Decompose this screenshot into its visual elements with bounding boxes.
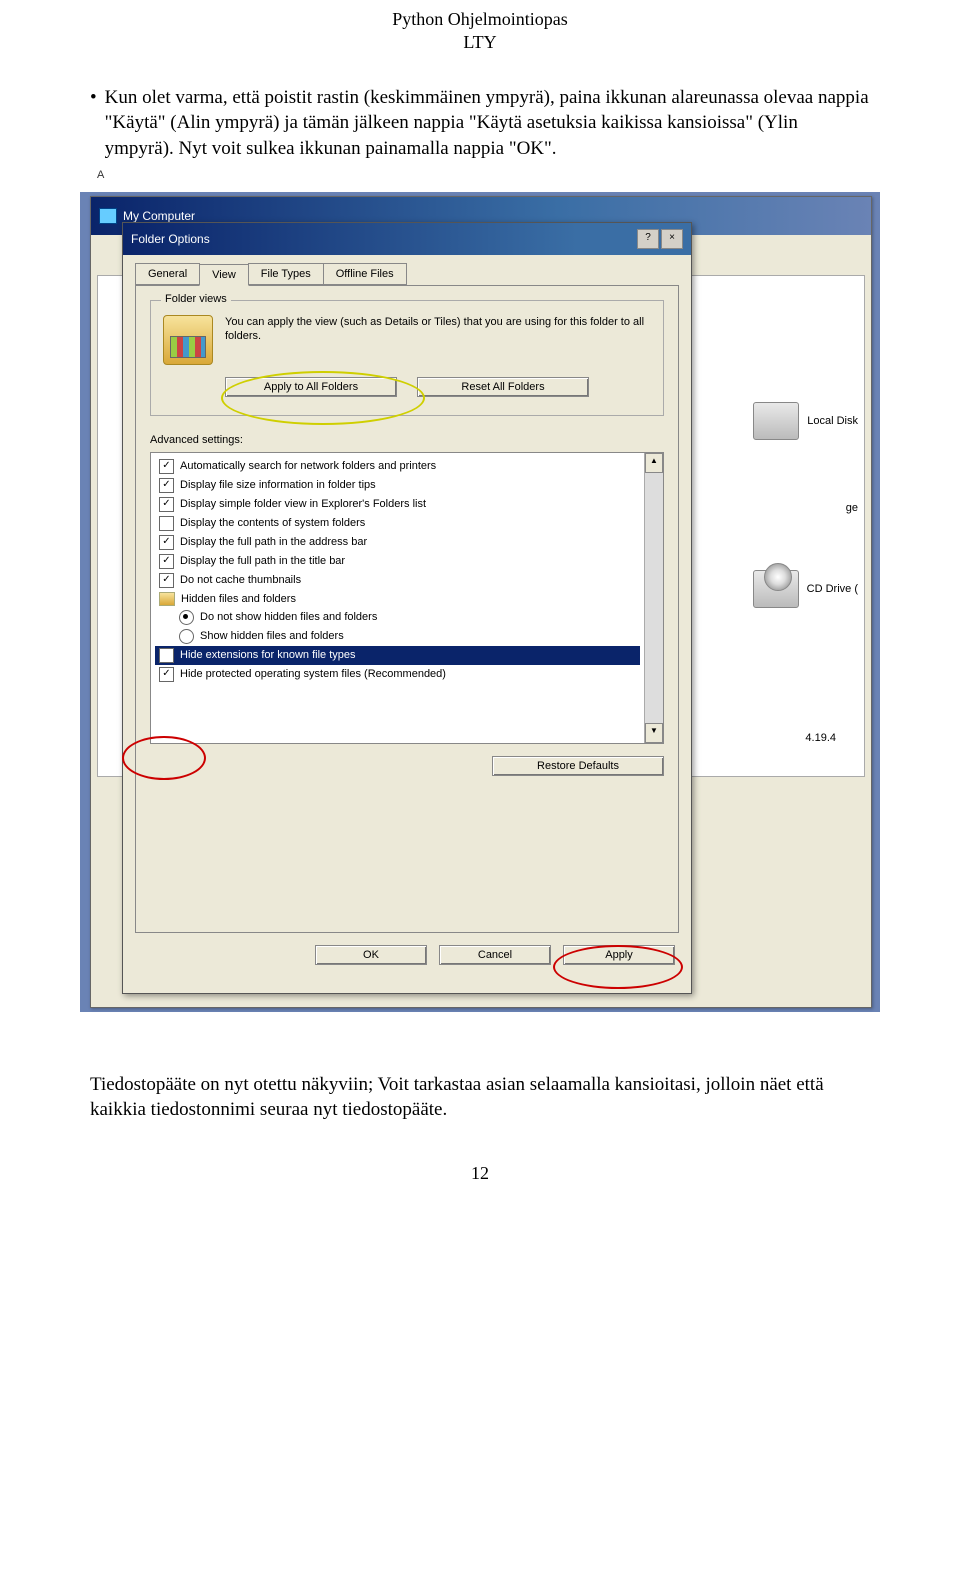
advanced-settings-list[interactable]: ✓ Automatically search for network folder… — [150, 452, 664, 744]
checkbox-icon[interactable]: ✓ — [159, 554, 174, 569]
address-label: A — [97, 169, 104, 181]
list-item-label: Show hidden files and folders — [200, 630, 344, 642]
checkbox-icon[interactable]: ✓ — [159, 459, 174, 474]
scrollbar[interactable]: ▲ ▼ — [644, 453, 663, 743]
drive-item-cd: CD Drive ( — [753, 570, 858, 608]
page-number: 12 — [0, 1143, 960, 1204]
list-item[interactable]: ✓ Display file size information in folder… — [155, 476, 640, 495]
list-item-label: Display the contents of system folders — [180, 517, 365, 529]
radio-icon[interactable] — [179, 629, 194, 644]
folder-views-icon — [163, 315, 213, 365]
group-label: Folder views — [161, 293, 231, 305]
checkbox-icon[interactable] — [159, 516, 174, 531]
list-item-label: Display file size information in folder … — [180, 479, 376, 491]
highlight-oval-apply — [553, 945, 683, 989]
folder-views-desc: You can apply the view (such as Details … — [225, 315, 651, 344]
list-item-label: Display simple folder view in Explorer's… — [180, 498, 426, 510]
tab-view[interactable]: View — [199, 264, 249, 286]
hdd-icon — [753, 402, 799, 440]
window-title: My Computer — [123, 209, 195, 223]
list-item[interactable]: Show hidden files and folders — [155, 627, 640, 646]
restore-defaults-button[interactable]: Restore Defaults — [492, 756, 664, 776]
after-paragraph: Tiedostopääte on nyt otettu näkyviin; Vo… — [0, 1032, 960, 1143]
folder-icon — [159, 592, 175, 606]
checkbox-icon[interactable]: ✓ — [159, 667, 174, 682]
list-item[interactable]: Display the contents of system folders — [155, 514, 640, 533]
advanced-settings-label: Advanced settings: — [150, 434, 664, 446]
header-line-1: Python Ohjelmointiopas — [0, 8, 960, 31]
list-item[interactable]: ✓ Hide protected operating system files (… — [155, 665, 640, 684]
list-item-label: Automatically search for network folders… — [180, 460, 436, 472]
list-item-label: Hide extensions for known file types — [180, 649, 355, 661]
bullet-icon: • — [90, 85, 97, 111]
folder-options-dialog: Folder Options ? × General View File Typ… — [122, 222, 692, 994]
tab-strip: General View File Types Offline Files — [135, 263, 679, 285]
folder-views-group: Folder views You can apply the view (suc… — [150, 300, 664, 416]
list-item[interactable]: Hide extensions for known file types — [155, 646, 640, 665]
header-line-2: LTY — [0, 31, 960, 54]
list-item-label: Do not cache thumbnails — [180, 574, 301, 586]
list-item[interactable]: ✓ Automatically search for network folder… — [155, 457, 640, 476]
list-item[interactable]: ✓ Display the full path in the title bar — [155, 552, 640, 571]
cd-icon — [753, 570, 799, 608]
list-item-label: Display the full path in the address bar — [180, 536, 367, 548]
list-item[interactable]: Hidden files and folders — [155, 590, 640, 608]
list-item[interactable]: ✓ Display simple folder view in Explorer'… — [155, 495, 640, 514]
tab-general[interactable]: General — [135, 263, 200, 285]
scroll-up-button[interactable]: ▲ — [645, 453, 663, 473]
list-item[interactable]: ✓ Display the full path in the address ba… — [155, 533, 640, 552]
drive-label: Local Disk — [807, 415, 858, 427]
checkbox-icon[interactable]: ✓ — [159, 478, 174, 493]
drive-label: CD Drive ( — [807, 583, 858, 595]
list-item[interactable]: ✓ Do not cache thumbnails — [155, 571, 640, 590]
drive-item-local: Local Disk — [753, 402, 858, 440]
ok-button[interactable]: OK — [315, 945, 427, 965]
checkbox-icon[interactable]: ✓ — [159, 535, 174, 550]
version-label: 4.19.4 — [805, 732, 836, 744]
list-item-label: Display the full path in the title bar — [180, 555, 345, 567]
highlight-oval-hide-ext — [122, 736, 206, 780]
address-bar: A — [91, 163, 883, 203]
close-button[interactable]: × — [661, 229, 683, 249]
bullet-text: Kun olet varma, että poistit rastin (kes… — [105, 85, 870, 162]
dialog-title: Folder Options — [131, 232, 210, 246]
checkbox-icon[interactable]: ✓ — [159, 573, 174, 588]
help-button[interactable]: ? — [637, 229, 659, 249]
list-item-label: Do not show hidden files and folders — [200, 611, 377, 623]
list-item-label: Hide protected operating system files (R… — [180, 668, 446, 680]
list-item[interactable]: Do not show hidden files and folders — [155, 608, 640, 627]
list-item-label: Hidden files and folders — [181, 593, 296, 605]
monitor-icon — [99, 208, 117, 224]
dialog-titlebar[interactable]: Folder Options ? × — [123, 223, 691, 255]
cancel-button[interactable]: Cancel — [439, 945, 551, 965]
tab-file-types[interactable]: File Types — [248, 263, 324, 285]
radio-icon[interactable] — [179, 610, 194, 625]
reset-all-folders-button[interactable]: Reset All Folders — [417, 377, 589, 397]
screenshot-area: My Computer A Local Disk ge CD Drive ( 4… — [80, 192, 880, 1012]
scroll-down-button[interactable]: ▼ — [645, 723, 663, 743]
checkbox-icon[interactable] — [159, 648, 174, 663]
page-header: Python Ohjelmointiopas LTY — [0, 0, 960, 55]
storage-label: ge — [846, 502, 858, 514]
tab-panel-view: Folder views You can apply the view (suc… — [135, 285, 679, 933]
checkbox-icon[interactable]: ✓ — [159, 497, 174, 512]
highlight-oval-top — [221, 371, 425, 425]
tab-offline-files[interactable]: Offline Files — [323, 263, 407, 285]
